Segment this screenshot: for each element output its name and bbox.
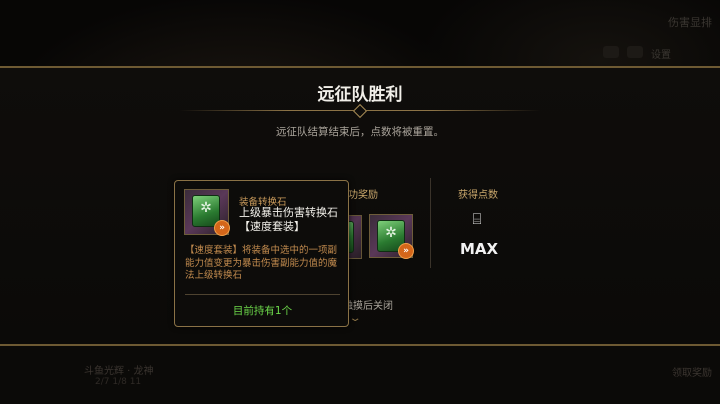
claim-reward-button[interactable]: 领取奖励 bbox=[672, 364, 712, 379]
orange-upgrade-badge-icon: » bbox=[398, 243, 414, 259]
settings-label: 设置 bbox=[651, 50, 671, 61]
top-right-icon-bar: 设置 bbox=[603, 46, 671, 61]
gear-icon: ✲ bbox=[200, 200, 212, 216]
item-description: 【速度套装】将装备中选中的一项副能力值变更为暴击伤害副能力值的魔法上级转换石 bbox=[185, 245, 338, 281]
points-header: 获得点数 bbox=[458, 190, 498, 201]
orange-upgrade-badge-icon: » bbox=[214, 220, 230, 236]
column-separator bbox=[430, 178, 431, 268]
item-name: 上级暴击伤害转换石【速度套装】 bbox=[239, 206, 338, 233]
dialog-subtitle: 远征队结算结束后，点数将被重置。 bbox=[276, 126, 444, 138]
item-tooltip: ✲ » 装备转换石 上级暴击伤害转换石【速度套装】 【速度套装】将装备中选中的一… bbox=[174, 180, 349, 327]
chevron-down-icon: ⌄ bbox=[348, 313, 362, 324]
tooltip-divider bbox=[185, 294, 340, 295]
tooltip-item-icon: ✲ » bbox=[184, 189, 230, 236]
character-name: 斗鱼光辉 · 龙神 bbox=[84, 366, 154, 377]
character-stats: 2/7 1/8 11 bbox=[95, 377, 142, 387]
reward-item-slot[interactable]: ✲ » bbox=[369, 214, 414, 259]
gear-icon: ✲ bbox=[385, 225, 397, 241]
location-icon bbox=[603, 46, 619, 58]
treasure-chest-icon: ⌸ bbox=[472, 210, 482, 228]
touch-to-close-hint[interactable]: 触摸后关闭 bbox=[343, 297, 393, 312]
chat-icon bbox=[627, 46, 643, 58]
points-value: MAX bbox=[460, 240, 499, 258]
dialog-title: 远征队胜利 bbox=[317, 85, 403, 105]
damage-display-label: 伤害显排 bbox=[668, 16, 712, 29]
owned-count: 目前持有1个 bbox=[232, 305, 293, 317]
